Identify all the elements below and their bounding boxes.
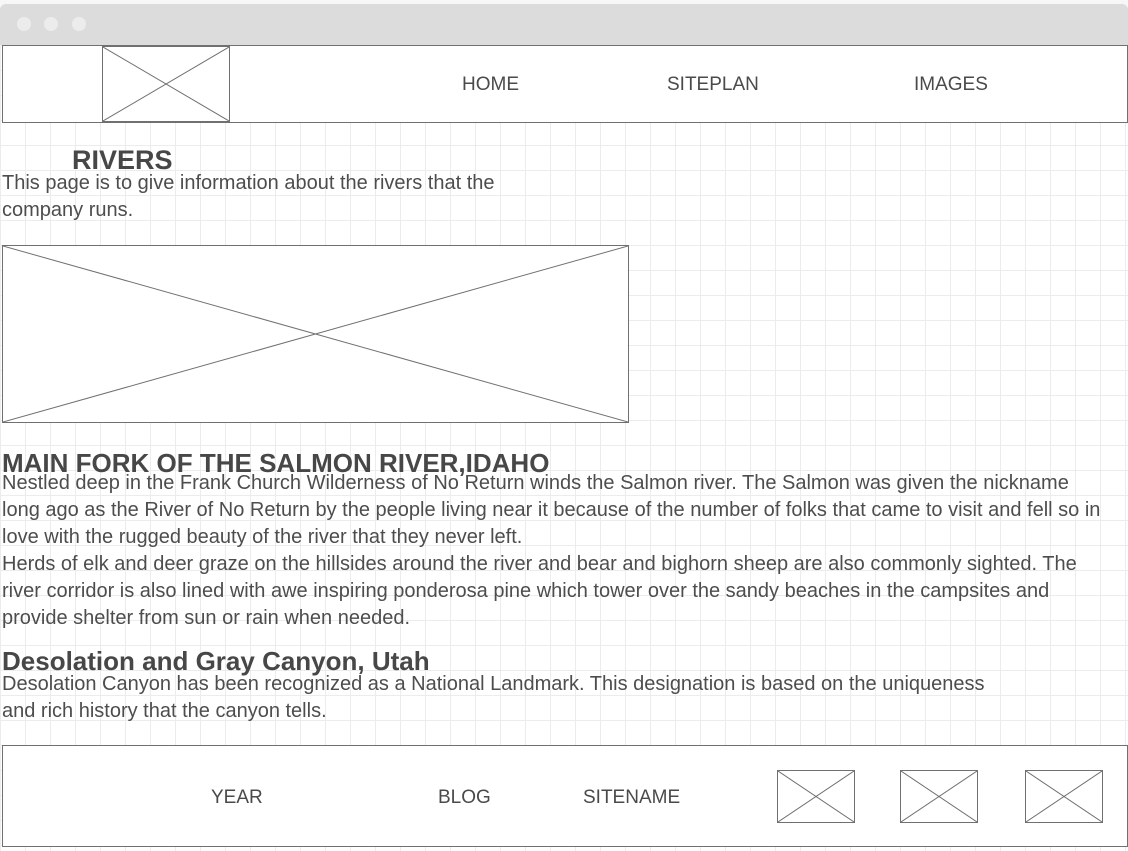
- window-titlebar: [0, 4, 1128, 45]
- footer-link-year[interactable]: YEAR: [211, 787, 263, 809]
- section-paragraph-salmon-2: Herds of elk and deer graze on the hills…: [2, 553, 1077, 629]
- section-paragraph-desolation: Desolation Canyon has been recognized as…: [2, 673, 985, 722]
- site-footer: YEAR BLOG SITENAME: [2, 745, 1128, 847]
- image-placeholder-icon: [1026, 771, 1102, 822]
- footer-link-blog[interactable]: BLOG: [438, 787, 491, 809]
- page-canvas: HOME SITEPLAN IMAGES RIVERS This page is…: [0, 45, 1128, 851]
- site-header: HOME SITEPLAN IMAGES: [2, 45, 1128, 123]
- footer-image-placeholder-1[interactable]: [777, 770, 855, 823]
- footer-image-placeholder-2[interactable]: [900, 770, 978, 823]
- nav-link-home[interactable]: HOME: [462, 74, 519, 96]
- hero-image-placeholder: [2, 245, 629, 423]
- window-minimize-dot[interactable]: [44, 17, 58, 31]
- footer-image-placeholder-3[interactable]: [1025, 770, 1103, 823]
- window-maximize-dot[interactable]: [72, 17, 86, 31]
- window-close-dot[interactable]: [17, 17, 31, 31]
- logo-image-placeholder: [102, 46, 230, 122]
- footer-link-sitename[interactable]: SITENAME: [583, 787, 680, 809]
- image-placeholder-icon: [103, 47, 229, 121]
- nav-link-siteplan[interactable]: SITEPLAN: [667, 74, 759, 96]
- intro-text: This page is to give information about t…: [2, 172, 495, 221]
- image-placeholder-icon: [3, 246, 628, 422]
- image-placeholder-icon: [901, 771, 977, 822]
- image-placeholder-icon: [778, 771, 854, 822]
- nav-link-images[interactable]: IMAGES: [914, 74, 988, 96]
- browser-window: HOME SITEPLAN IMAGES RIVERS This page is…: [0, 0, 1128, 851]
- section-paragraph-salmon-1: Nestled deep in the Frank Church Wildern…: [2, 472, 1101, 548]
